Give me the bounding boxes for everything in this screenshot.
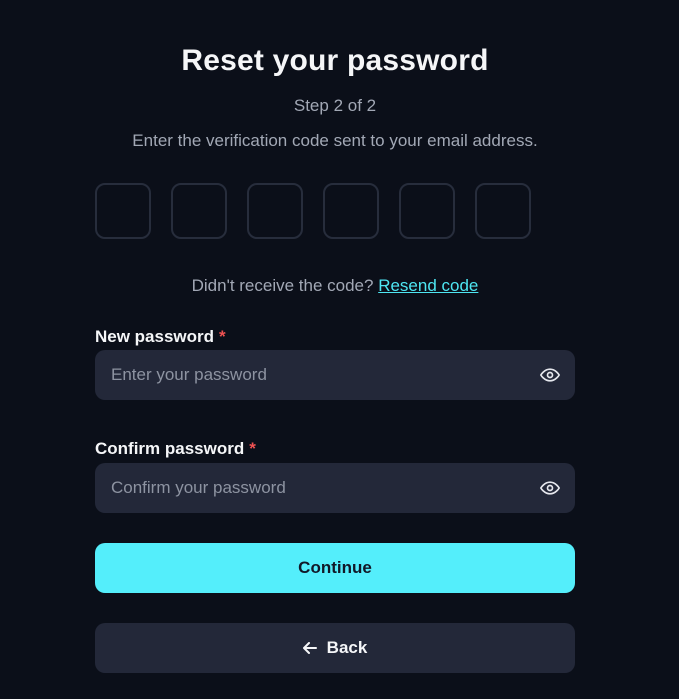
arrow-left-icon <box>302 642 317 654</box>
page-subtitle: Enter the verification code sent to your… <box>132 131 538 150</box>
code-digit-6[interactable] <box>475 183 531 239</box>
confirm-password-label-text: Confirm password <box>95 439 245 458</box>
new-password-input[interactable] <box>95 350 531 400</box>
code-digit-3[interactable] <box>247 183 303 239</box>
new-password-field <box>95 350 575 400</box>
verification-code-inputs <box>95 183 531 239</box>
code-digit-4[interactable] <box>323 183 379 239</box>
required-mark: * <box>249 439 256 458</box>
continue-button[interactable]: Continue <box>95 543 575 593</box>
new-password-label-text: New password <box>95 327 215 346</box>
code-digit-1[interactable] <box>95 183 151 239</box>
code-digit-2[interactable] <box>171 183 227 239</box>
confirm-password-input[interactable] <box>95 463 531 513</box>
new-password-label: New password * <box>95 327 226 347</box>
back-button-label: Back <box>326 638 368 657</box>
eye-icon[interactable] <box>539 365 561 385</box>
confirm-password-label: Confirm password * <box>95 439 256 459</box>
step-indicator: Step 2 of 2 <box>293 96 377 115</box>
eye-icon[interactable] <box>539 478 561 498</box>
back-button[interactable]: Back <box>95 623 575 673</box>
code-digit-5[interactable] <box>399 183 455 239</box>
resend-code-line: Didn't receive the code? Resend code <box>0 276 670 296</box>
confirm-password-field <box>95 463 575 513</box>
resend-code-link[interactable]: Resend code <box>378 276 478 295</box>
resend-prompt: Didn't receive the code? <box>191 276 374 295</box>
reset-password-page: Reset your password Step 2 of 2 Enter th… <box>0 0 679 699</box>
required-mark: * <box>219 327 226 346</box>
page-title: Reset your password <box>181 44 489 77</box>
